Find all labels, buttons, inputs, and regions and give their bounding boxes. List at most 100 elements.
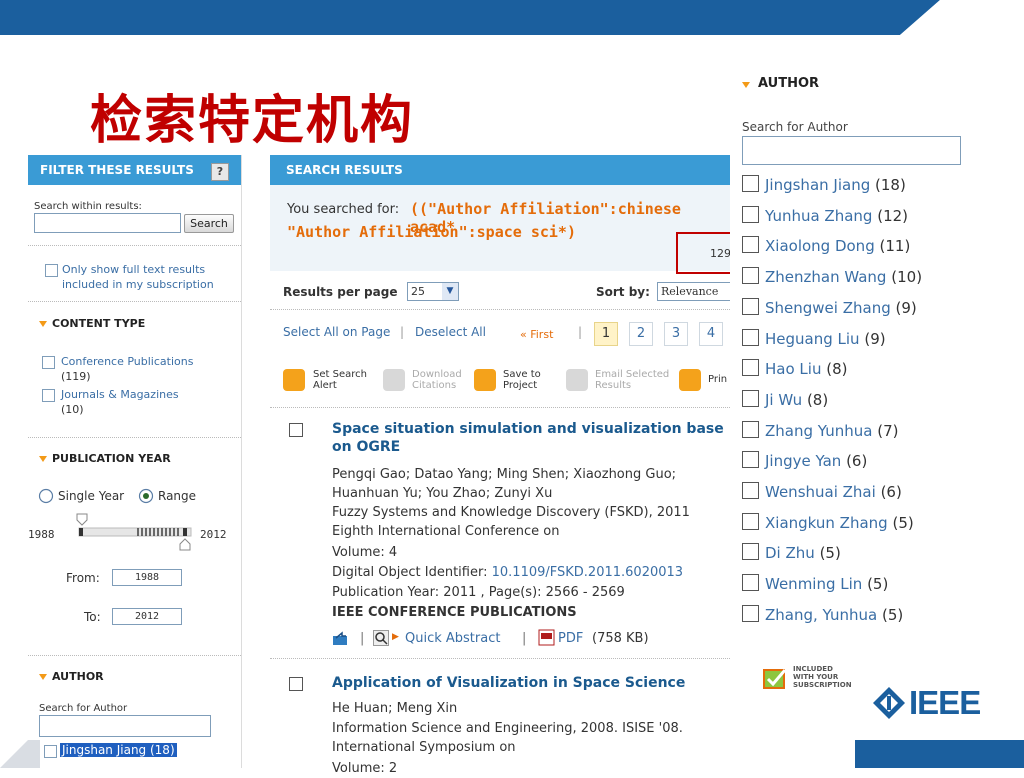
download-citations-button[interactable]: Download Citations — [412, 369, 462, 391]
result-checkbox[interactable] — [289, 677, 303, 691]
print-icon[interactable] — [679, 369, 701, 391]
author-name-link[interactable]: Jingye Yan — [765, 452, 841, 470]
filter-panel-title: FILTER THESE RESULTS — [40, 163, 194, 177]
author-item[interactable]: Xiangkun Zhang (5) — [742, 512, 914, 532]
author-name-link[interactable]: Jingshan Jiang — [765, 176, 870, 194]
author-item[interactable]: Zhang, Yunhua (5) — [742, 604, 903, 624]
select-all-link[interactable]: Select All on Page — [283, 325, 390, 339]
author-item[interactable]: Hao Liu (8) — [742, 359, 847, 378]
author-checkbox[interactable] — [742, 328, 759, 346]
content-type-checkbox[interactable] — [42, 356, 55, 369]
author-name-link[interactable]: Ji Wu — [765, 391, 802, 409]
alert-icon[interactable] — [283, 369, 305, 391]
author-name-link[interactable]: Hao Liu — [765, 360, 821, 378]
expand-triangle-icon[interactable] — [39, 674, 47, 680]
author-checkbox[interactable] — [742, 512, 759, 530]
author-item[interactable]: Ji Wu (8) — [742, 389, 828, 409]
sort-select[interactable]: Relevance — [657, 282, 731, 301]
doi-link[interactable]: 10.1109/FSKD.2011.6020013 — [492, 565, 683, 580]
search-within-input[interactable] — [34, 213, 181, 233]
author-item[interactable]: Zhang Yunhua (7) — [742, 420, 898, 440]
share-icon[interactable] — [332, 630, 348, 646]
expand-triangle-icon[interactable] — [39, 321, 47, 327]
per-page-select[interactable]: 25 ▼ — [407, 282, 459, 301]
author-item[interactable]: Yunhua Zhang (12) — [742, 205, 908, 225]
author-panel-search-input[interactable] — [742, 136, 961, 165]
author-checkbox[interactable] — [742, 267, 759, 285]
print-button[interactable]: Prin — [708, 374, 727, 385]
author-checkbox[interactable] — [742, 175, 759, 192]
help-button[interactable]: ? — [211, 163, 229, 181]
author-checkbox[interactable] — [742, 236, 759, 254]
author-name-link[interactable]: Zhang, Yunhua — [765, 606, 877, 624]
content-type-label[interactable]: Conference Publications — [61, 355, 193, 368]
download-icon[interactable] — [383, 369, 405, 391]
from-year-input[interactable]: 1988 — [112, 569, 182, 586]
author-item[interactable]: Di Zhu (5) — [742, 543, 841, 562]
range-radio[interactable] — [138, 488, 154, 504]
folder-icon[interactable] — [474, 369, 496, 391]
page-4-button[interactable]: 4 — [699, 322, 723, 346]
author-item[interactable]: Zhenzhan Wang (10) — [742, 267, 922, 286]
email-results-button[interactable]: Email Selected Results — [595, 369, 669, 391]
result-venue-link[interactable]: Fuzzy Systems and Knowledge Discovery (F… — [332, 503, 690, 541]
author-checkbox[interactable] — [742, 451, 759, 469]
deselect-all-link[interactable]: Deselect All — [415, 325, 486, 339]
magnifier-icon[interactable] — [373, 630, 389, 646]
author-name-link[interactable]: Heguang Liu — [765, 330, 860, 348]
author-name-link[interactable]: Wenming Lin — [765, 575, 862, 593]
author-item[interactable]: Wenming Lin (5) — [742, 574, 888, 593]
author-name-link[interactable]: Wenshuai Zhai — [765, 483, 876, 501]
result-title-link[interactable]: Application of Visualization in Space Sc… — [332, 675, 685, 691]
author-name-link[interactable]: Di Zhu — [765, 544, 815, 562]
page-2-button[interactable]: 2 — [629, 322, 653, 346]
author-checkbox[interactable] — [742, 205, 759, 223]
author-name-link[interactable]: Xiangkun Zhang — [765, 514, 888, 532]
first-page-link[interactable]: « First — [520, 328, 553, 341]
author-item[interactable]: Jingshan Jiang (18) — [742, 175, 906, 194]
author-name-link[interactable]: Shengwei Zhang — [765, 299, 891, 317]
author-item[interactable]: Jingye Yan (6) — [742, 451, 867, 470]
author-checkbox[interactable] — [742, 297, 759, 315]
author-name-link[interactable]: Zhenzhan Wang — [765, 268, 886, 286]
author-checkbox[interactable] — [742, 359, 759, 377]
author-name-link[interactable]: Yunhua Zhang — [765, 207, 872, 225]
result-venue-link[interactable]: Information Science and Engineering, 200… — [332, 719, 683, 757]
content-type-label[interactable]: Journals & Magazines — [61, 388, 179, 401]
pdf-icon[interactable] — [538, 629, 555, 646]
search-author-input[interactable] — [39, 715, 211, 737]
to-year-input[interactable]: 2012 — [112, 608, 182, 625]
author-checkbox[interactable] — [742, 543, 759, 561]
page-3-button[interactable]: 3 — [664, 322, 688, 346]
dropdown-arrow-icon[interactable]: ▼ — [442, 283, 458, 300]
author-checkbox[interactable] — [742, 604, 759, 622]
author-item[interactable]: Xiaolong Dong (11) — [742, 236, 910, 255]
author-checkbox[interactable] — [44, 745, 57, 758]
author-item[interactable]: Heguang Liu (9) — [742, 328, 886, 348]
pdf-link[interactable]: PDF — [558, 631, 583, 646]
quick-abstract-link[interactable]: Quick Abstract — [405, 631, 500, 646]
expand-triangle-icon[interactable] — [742, 82, 750, 88]
page-1-button[interactable]: 1 — [594, 322, 618, 346]
search-within-button[interactable]: Search — [184, 214, 234, 233]
content-type-checkbox[interactable] — [42, 389, 55, 402]
author-name-link[interactable]: Zhang Yunhua — [765, 422, 872, 440]
author-checkbox[interactable] — [742, 574, 759, 592]
author-name-link[interactable]: Xiaolong Dong — [765, 237, 875, 255]
author-checkbox[interactable] — [742, 482, 759, 499]
result-title-link[interactable]: on OGRE — [332, 439, 400, 455]
author-item-highlighted[interactable]: Jingshan Jiang (18) — [60, 743, 177, 757]
author-checkbox[interactable] — [742, 389, 759, 407]
result-title-link[interactable]: Space situation simulation and visualiza… — [332, 421, 724, 437]
author-item[interactable]: Wenshuai Zhai (6) — [742, 482, 902, 501]
single-year-radio[interactable] — [38, 488, 54, 504]
author-item[interactable]: Shengwei Zhang (9) — [742, 297, 917, 317]
email-icon[interactable] — [566, 369, 588, 391]
author-checkbox[interactable] — [742, 420, 759, 438]
year-range-slider[interactable] — [75, 512, 195, 552]
save-to-project-button[interactable]: Save to Project — [503, 369, 541, 391]
result-checkbox[interactable] — [289, 423, 303, 437]
expand-triangle-icon[interactable] — [39, 456, 47, 462]
full-text-checkbox[interactable] — [45, 264, 58, 277]
set-alert-button[interactable]: Set Search Alert — [313, 369, 367, 391]
